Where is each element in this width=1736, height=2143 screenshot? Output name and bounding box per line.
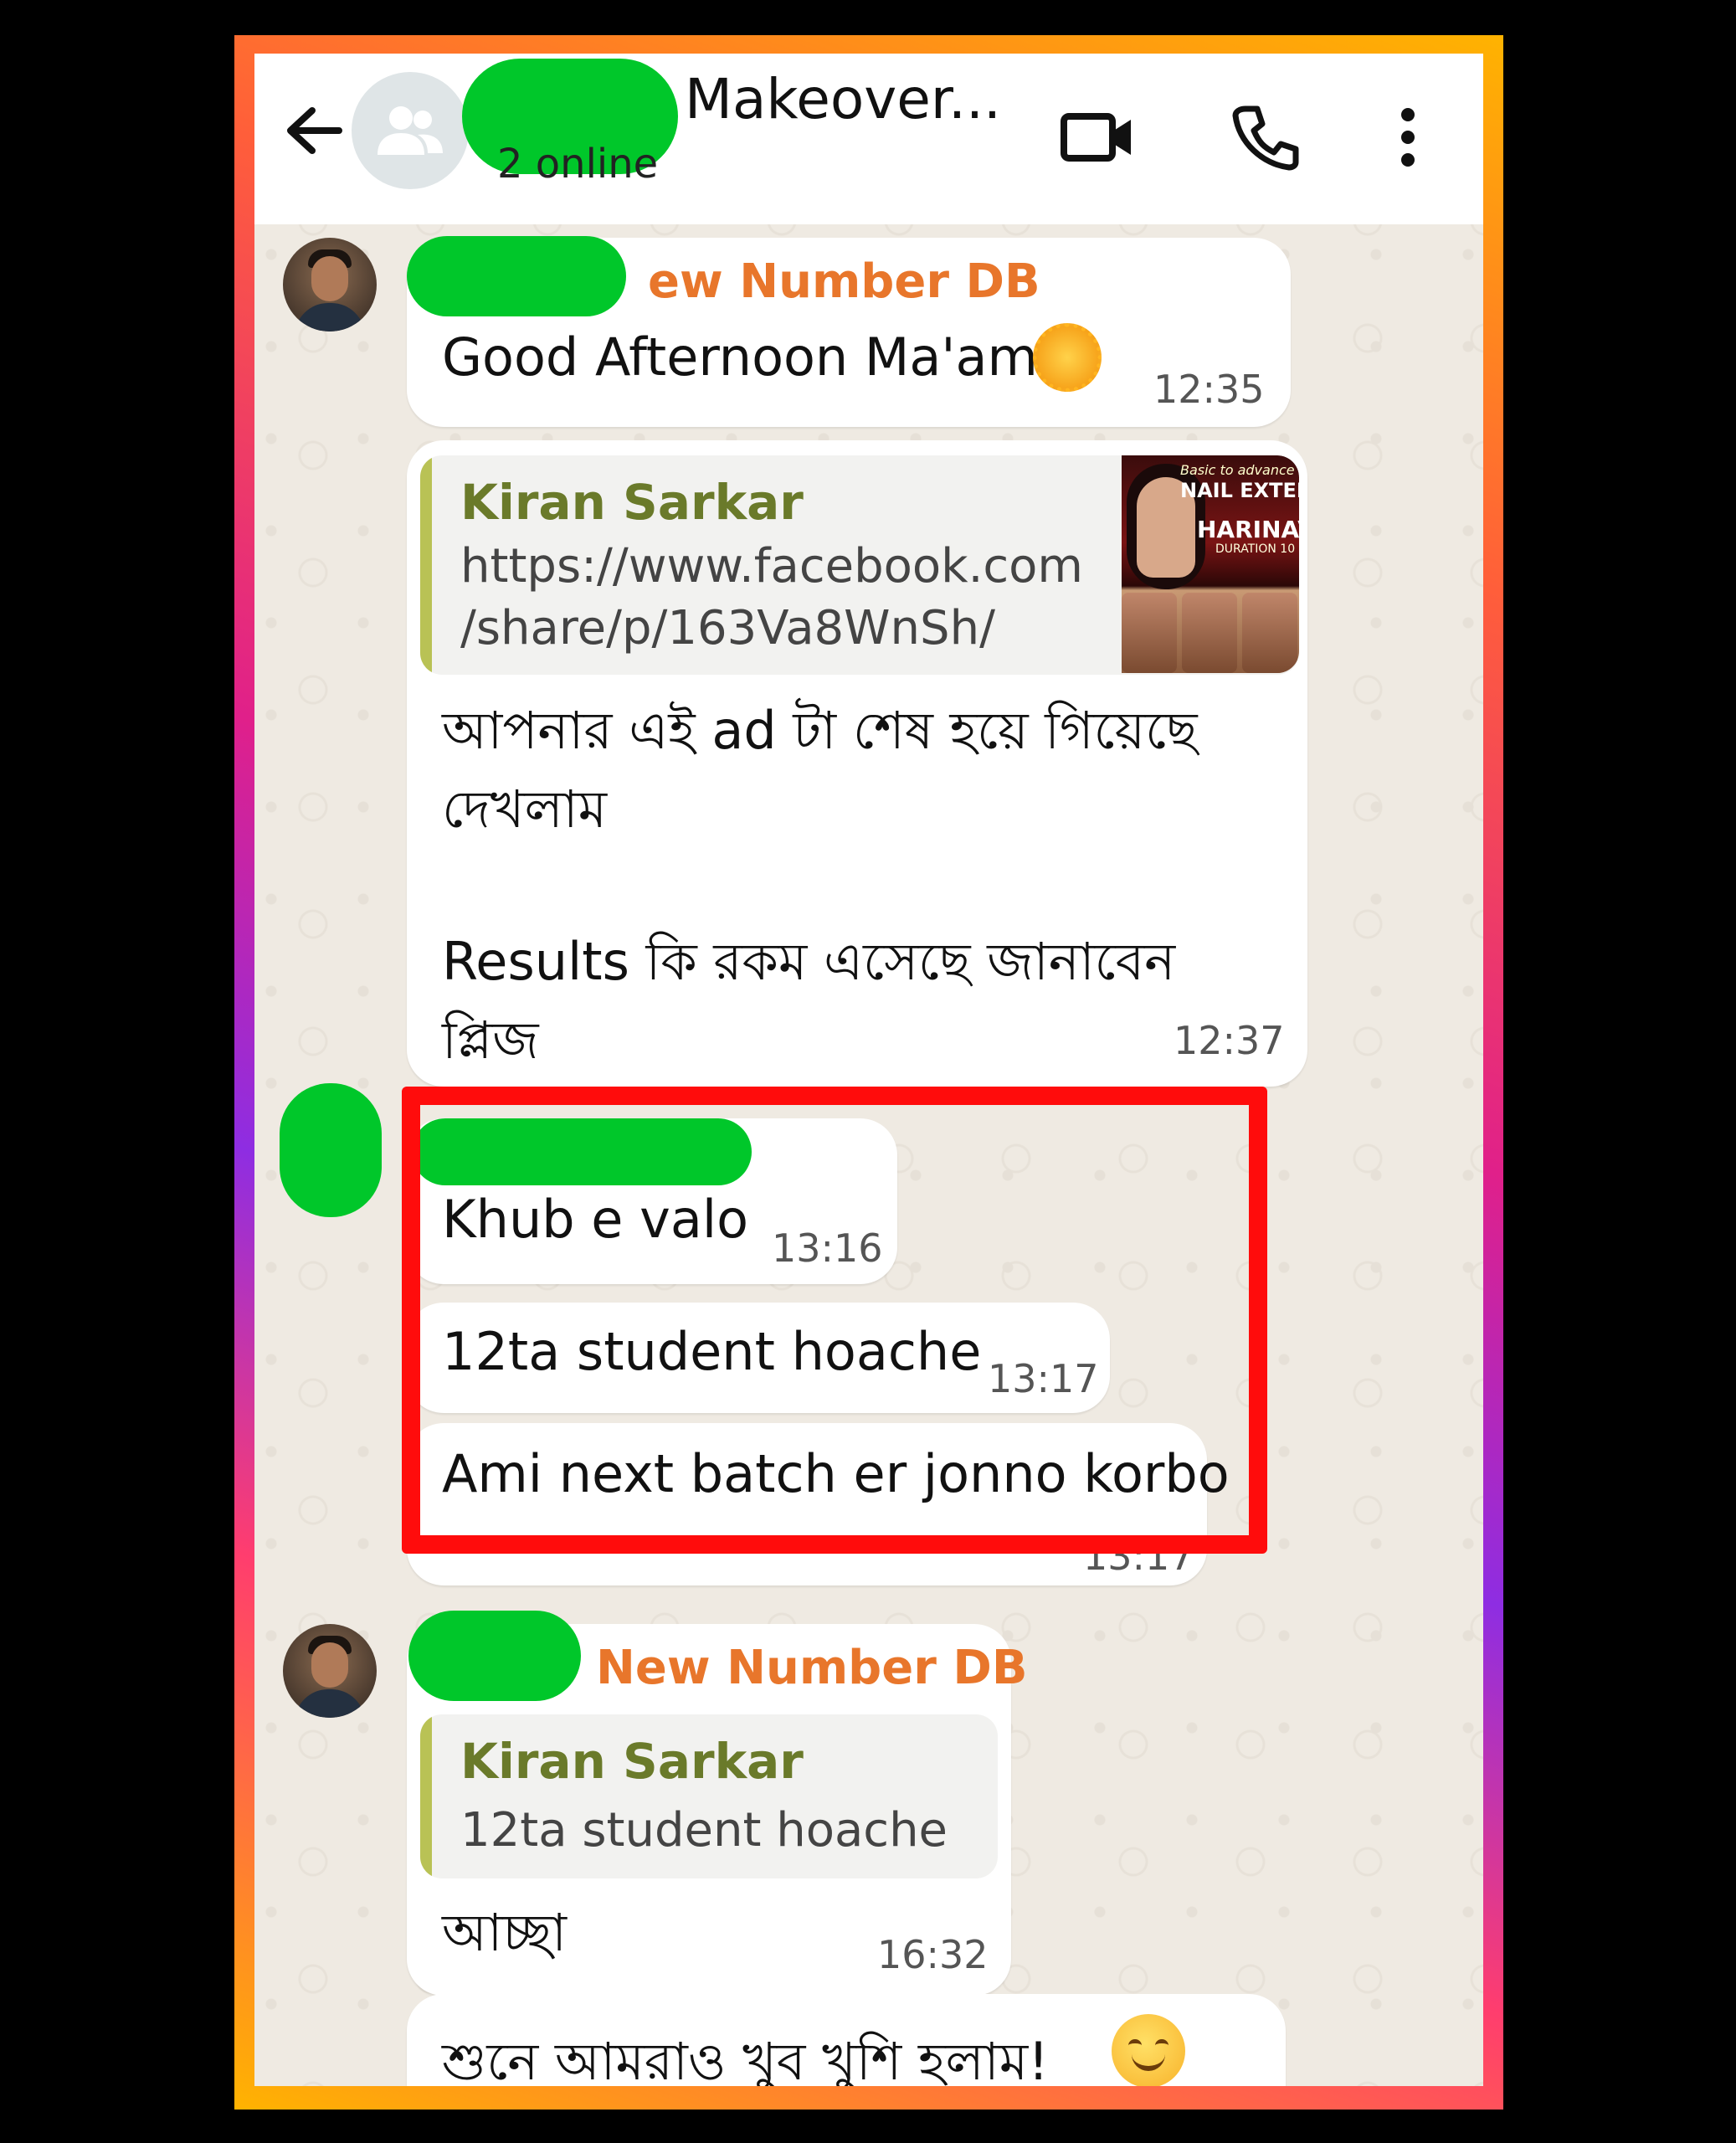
quote-text: 12ta student hoache bbox=[460, 1803, 948, 1858]
online-count: 2 online bbox=[497, 141, 659, 188]
sun-with-face-emoji bbox=[1033, 323, 1102, 392]
message-text-line: Results কি রকম এসেছে জানাবেন bbox=[442, 931, 1176, 992]
message-time: 12:37 bbox=[1174, 1018, 1285, 1063]
thumbnail-hand-photo bbox=[1242, 593, 1297, 673]
chat-screen: Makeover... 2 online ew Number DB Good A… bbox=[254, 54, 1483, 2086]
message-time: 12:35 bbox=[1153, 367, 1265, 412]
sender-name[interactable]: ew Number DB bbox=[648, 254, 1040, 309]
quote-author: Kiran Sarkar bbox=[460, 1733, 804, 1790]
thumbnail-script-text: Basic to advance bbox=[1180, 462, 1295, 478]
phone-icon[interactable] bbox=[1225, 97, 1306, 177]
more-vert-icon[interactable] bbox=[1368, 97, 1448, 177]
reply-quote[interactable]: Kiran Sarkar 12ta student hoache bbox=[420, 1714, 998, 1878]
smiling-face-emoji bbox=[1112, 2014, 1185, 2086]
message-bubble[interactable]: শুনে আমরাও খুব খুশি হলাম! bbox=[407, 1994, 1286, 2086]
sender-avatar[interactable] bbox=[283, 1624, 377, 1718]
thumbnail-brand: HARINAV bbox=[1197, 516, 1299, 543]
sender-name[interactable]: New Number DB bbox=[596, 1641, 1028, 1695]
thumbnail-duration: DURATION 10 DAY bbox=[1215, 542, 1299, 556]
redacted-avatar bbox=[280, 1083, 382, 1217]
message-text-line: দেখলাম bbox=[442, 779, 608, 840]
link-preview-quote[interactable]: Kiran Sarkar https://www.facebook.com /s… bbox=[420, 455, 1299, 675]
back-arrow-icon[interactable] bbox=[280, 97, 347, 164]
group-avatar-icon[interactable] bbox=[352, 72, 469, 189]
chat-title[interactable]: Makeover... bbox=[685, 67, 1001, 131]
video-call-icon[interactable] bbox=[1058, 97, 1138, 177]
thumbnail-title: NAIL EXTENSIO bbox=[1180, 479, 1299, 502]
quote-author: Kiran Sarkar bbox=[460, 474, 804, 531]
quote-link-line1[interactable]: https://www.facebook.com bbox=[460, 539, 1083, 594]
ad-thumbnail[interactable]: Basic to advance NAIL EXTENSIO HARINAV D… bbox=[1122, 455, 1299, 673]
quote-link-line2[interactable]: /share/p/163Va8WnSh/ bbox=[460, 601, 995, 655]
message-text-line: প্লিজ bbox=[442, 1010, 539, 1071]
quote-accent-bar bbox=[420, 455, 432, 675]
chat-header: Makeover... 2 online bbox=[254, 54, 1483, 224]
sender-avatar[interactable] bbox=[283, 238, 377, 331]
message-text: Good Afternoon Ma'am bbox=[442, 326, 1038, 388]
redacted-sender-name bbox=[408, 1611, 581, 1701]
thumbnail-hand-photo bbox=[1182, 593, 1237, 673]
highlight-box bbox=[402, 1087, 1267, 1554]
message-bubble[interactable]: Kiran Sarkar https://www.facebook.com /s… bbox=[407, 440, 1307, 1087]
message-text-line: আপনার এই ad টা শেষ হয়ে গিয়েছে bbox=[442, 700, 1198, 761]
quote-accent-bar bbox=[420, 1714, 432, 1878]
message-time: 16:32 bbox=[877, 1932, 989, 1977]
message-text: শুনে আমরাও খুব খুশি হলাম! bbox=[442, 2031, 1049, 2086]
redacted-sender-name bbox=[407, 236, 626, 316]
thumbnail-hand-photo bbox=[1122, 593, 1177, 673]
message-text: আচ্ছা bbox=[442, 1902, 567, 1963]
